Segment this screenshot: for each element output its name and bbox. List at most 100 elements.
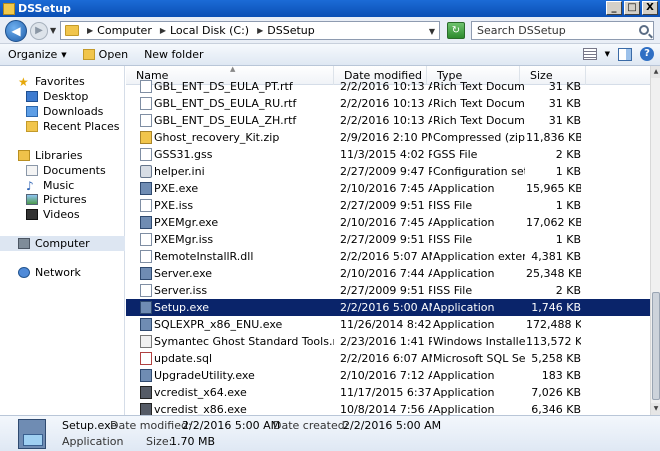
network-icon — [18, 267, 30, 278]
file-size: 2 KB — [555, 284, 581, 297]
organize-button[interactable]: Organize ▼ — [0, 44, 75, 66]
file-type: Application — [433, 216, 495, 229]
back-button[interactable]: ◀ — [5, 20, 27, 42]
file-row[interactable]: PXEMgr.exe 2/10/2016 7:45 AMApplication 17… — [126, 214, 650, 231]
file-size: 5,258 KB — [531, 352, 581, 365]
scroll-up-icon[interactable]: ▲ — [651, 66, 660, 78]
file-date-modified: 2/2/2016 6:07 AM — [340, 352, 432, 365]
file-size: 7,026 KB — [531, 386, 581, 399]
preview-pane-icon[interactable] — [618, 47, 632, 61]
scrollbar-thumb[interactable] — [652, 292, 660, 400]
nav-item-label: Documents — [43, 164, 106, 177]
details-size-label: Size: — [146, 435, 173, 448]
file-size: 11,836 KB — [526, 131, 581, 144]
view-dropdown-icon[interactable]: ▼ — [605, 50, 610, 58]
minimize-button[interactable]: _ — [606, 1, 622, 15]
file-row[interactable]: GBL_ENT_DS_EULA_PT.rtf 2/2/2016 10:13 AMR… — [126, 78, 650, 95]
nav-network-label: Network — [35, 266, 81, 279]
search-icon[interactable] — [639, 25, 649, 35]
file-row[interactable]: GBL_ENT_DS_EULA_ZH.rtf 2/2/2016 10:13 AMR… — [126, 112, 650, 129]
new-folder-button[interactable]: New folder — [136, 44, 211, 66]
nav-item-downloads[interactable]: Downloads — [26, 104, 122, 119]
vertical-scrollbar[interactable]: ▲ ▼ — [650, 66, 660, 415]
nav-computer-label: Computer — [35, 237, 90, 250]
nav-network[interactable]: Network — [0, 265, 125, 280]
file-name: Ghost_recovery_Kit.zip — [154, 131, 280, 144]
scroll-down-icon[interactable]: ▼ — [651, 403, 660, 415]
forward-button[interactable]: ▶ — [30, 22, 48, 40]
doc-icon — [140, 80, 152, 93]
file-row[interactable]: UpgradeUtility.exe 2/10/2016 7:12 AMAppli… — [126, 367, 650, 384]
file-name: vcredist_x64.exe — [154, 386, 247, 399]
file-size: 1 KB — [555, 165, 581, 178]
change-view-icon[interactable] — [582, 48, 597, 60]
search-placeholder: Search DSSetup — [477, 24, 566, 37]
chevron-right-icon[interactable]: ▶ — [160, 26, 166, 35]
file-row[interactable]: helper.ini 2/27/2009 9:47 PMConfiguration… — [126, 163, 650, 180]
nav-item-pictures[interactable]: Pictures — [26, 192, 122, 207]
nav-libraries-label: Libraries — [35, 149, 83, 162]
file-date-modified: 2/2/2016 10:13 AM — [340, 80, 432, 93]
open-label: Open — [98, 48, 129, 61]
nav-libraries[interactable]: Libraries — [18, 148, 118, 163]
file-date-modified: 2/10/2016 7:44 AM — [340, 267, 432, 280]
address-bar[interactable]: ▶ Computer ▶ Local Disk (C:) ▶ DSSetup ▼ — [60, 21, 440, 40]
file-row[interactable]: vcredist_x86.exe 10/8/2014 7:56 AMApplica… — [126, 401, 650, 415]
desktop-icon — [26, 91, 38, 102]
file-row[interactable]: SQLEXPR_x86_ENU.exe 11/26/2014 8:42 AMApp… — [126, 316, 650, 333]
file-name: Setup.exe — [154, 301, 210, 314]
breadcrumb-computer[interactable]: Computer — [97, 24, 152, 37]
file-date-modified: 2/2/2016 5:00 AM — [340, 301, 432, 314]
file-row[interactable]: PXE.iss 2/27/2009 9:51 PMISS File 1 KB — [126, 197, 650, 214]
file-name: PXEMgr.iss — [154, 233, 214, 246]
star-icon: ★ — [18, 74, 29, 89]
nav-computer[interactable]: Computer — [0, 236, 125, 251]
search-input[interactable]: Search DSSetup — [471, 21, 654, 40]
doc-icon — [140, 148, 152, 161]
file-name: Symantec Ghost Standard Tools.msi — [154, 335, 334, 348]
nav-item-recent-places[interactable]: Recent Places — [26, 119, 122, 134]
file-type: Rich Text Document — [433, 80, 525, 93]
chevron-right-icon[interactable]: ▶ — [257, 26, 263, 35]
address-dropdown-icon[interactable]: ▼ — [429, 27, 435, 36]
maximize-button[interactable]: □ — [624, 1, 640, 15]
file-row[interactable]: Setup.exe 2/2/2016 5:00 AM Application 1,74… — [126, 299, 650, 316]
help-icon[interactable]: ? — [640, 47, 654, 61]
details-date-created: 2/2/2016 5:00 AM — [343, 419, 442, 432]
nav-item-desktop[interactable]: Desktop — [26, 89, 122, 104]
file-row[interactable]: update.sql 2/2/2016 6:07 AM Microsoft SQL … — [126, 350, 650, 367]
file-row[interactable]: GBL_ENT_DS_EULA_RU.rtf 2/2/2016 10:13 AMR… — [126, 95, 650, 112]
file-row[interactable]: GSS31.gss 11/3/2015 4:02 PMGSS File 2 KB — [126, 146, 650, 163]
nav-item-label: Desktop — [43, 90, 89, 103]
file-date-modified: 2/10/2016 7:45 AM — [340, 182, 432, 195]
app-icon — [140, 216, 152, 229]
breadcrumb-local-disk[interactable]: Local Disk (C:) — [170, 24, 249, 37]
file-name: GBL_ENT_DS_EULA_PT.rtf — [154, 80, 293, 93]
nav-item-music[interactable]: ♪ Music — [26, 178, 122, 193]
documents-icon — [26, 165, 38, 176]
nav-item-documents[interactable]: Documents — [26, 163, 122, 178]
nav-item-videos[interactable]: Videos — [26, 207, 122, 222]
file-row[interactable]: RemoteInstallR.dll 2/2/2016 5:07 AM Applic… — [126, 248, 650, 265]
file-name: vcredist_x86.exe — [154, 403, 247, 415]
file-type: Application — [433, 301, 495, 314]
vc-icon — [140, 403, 152, 415]
breadcrumb-dssetup[interactable]: DSSetup — [267, 24, 314, 37]
file-size: 172,488 KB — [526, 318, 581, 331]
file-row[interactable]: Server.exe 2/10/2016 7:44 AMApplication 25… — [126, 265, 650, 282]
file-row[interactable]: PXEMgr.iss 2/27/2009 9:51 PMISS File 1 KB — [126, 231, 650, 248]
chevron-right-icon[interactable]: ▶ — [87, 26, 93, 35]
recent-pages-dropdown[interactable]: ▼ — [50, 26, 56, 35]
file-row[interactable]: Symantec Ghost Standard Tools.msi 2/23/20… — [126, 333, 650, 350]
file-type: GSS File — [433, 148, 478, 161]
file-row[interactable]: PXE.exe 2/10/2016 7:45 AMApplication 15,96… — [126, 180, 650, 197]
file-row[interactable]: vcredist_x64.exe 11/17/2015 6:37 AMApplic… — [126, 384, 650, 401]
file-row[interactable]: Ghost_recovery_Kit.zip 2/9/2016 2:10 PM Co… — [126, 129, 650, 146]
open-button[interactable]: Open — [75, 44, 136, 66]
refresh-button[interactable]: ↻ — [447, 22, 465, 39]
close-button[interactable]: X — [642, 1, 658, 15]
file-type: Application — [433, 403, 495, 415]
file-row[interactable]: Server.iss 2/27/2009 9:51 PMISS File 2 KB — [126, 282, 650, 299]
nav-favorites[interactable]: ★ Favorites — [18, 74, 118, 89]
file-size: 183 KB — [541, 369, 581, 382]
